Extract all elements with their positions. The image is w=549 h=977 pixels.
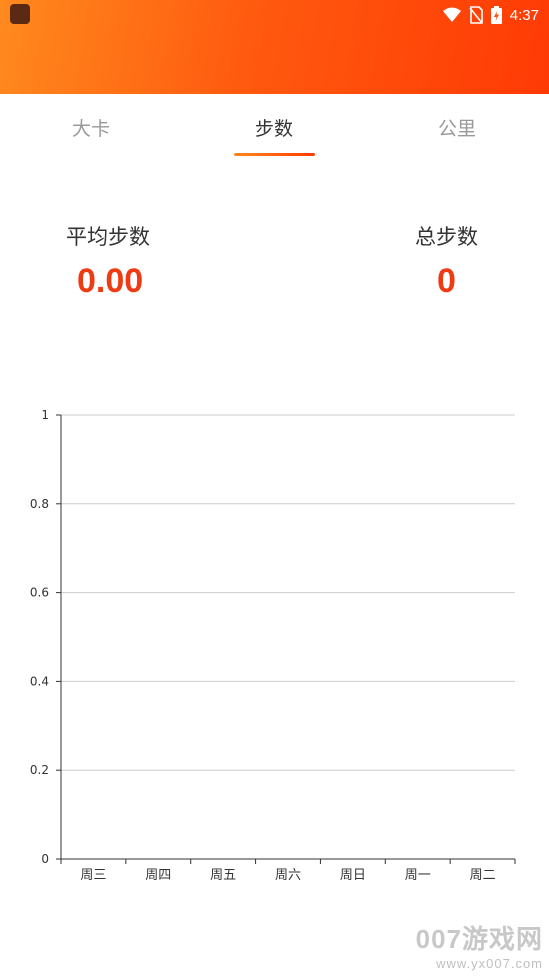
x-tick-label: 周三 xyxy=(80,868,106,883)
steps-chart: 0 0.2 0.4 0.6 0.8 1 周三 周四 周五 周六 周日 周一 周二 xyxy=(30,408,516,883)
average-steps-label: 平均步数 xyxy=(66,225,150,249)
y-tick-label: 0.6 xyxy=(30,586,49,600)
active-tab-indicator xyxy=(234,153,315,156)
total-steps-label: 总步数 xyxy=(415,225,478,249)
status-bar: 4:37 xyxy=(442,4,539,26)
watermark-title: 007游戏网 xyxy=(415,924,543,954)
tab-steps[interactable]: 步数 xyxy=(214,114,334,141)
y-tick-label: 0.8 xyxy=(30,497,49,511)
no-sim-icon xyxy=(469,6,483,24)
x-tick-label: 周五 xyxy=(210,868,236,883)
battery-icon xyxy=(490,6,502,24)
y-tick-label: 0.4 xyxy=(30,674,49,688)
watermark: 007游戏网 www.yx007.com xyxy=(416,919,543,971)
x-tick-label: 周日 xyxy=(340,868,366,883)
x-tick-label: 周二 xyxy=(470,868,496,883)
watermark-url: www.yx007.com xyxy=(436,956,543,971)
app-icon xyxy=(10,4,30,24)
wifi-icon xyxy=(442,7,461,22)
x-tick-label: 周六 xyxy=(275,868,301,883)
y-tick-label: 1 xyxy=(41,408,49,422)
tab-kilometers[interactable]: 公里 xyxy=(397,114,517,141)
average-steps-value: 0.00 xyxy=(77,262,144,300)
y-tick-label: 0.2 xyxy=(30,763,49,777)
tab-calories[interactable]: 大卡 xyxy=(31,114,151,141)
status-time: 4:37 xyxy=(509,6,539,24)
x-tick-label: 周四 xyxy=(145,868,171,883)
total-steps-value: 0 xyxy=(437,262,456,300)
x-tick-label: 周一 xyxy=(405,868,431,883)
app-header: 4:37 xyxy=(0,0,549,94)
y-tick-label: 0 xyxy=(41,852,49,866)
